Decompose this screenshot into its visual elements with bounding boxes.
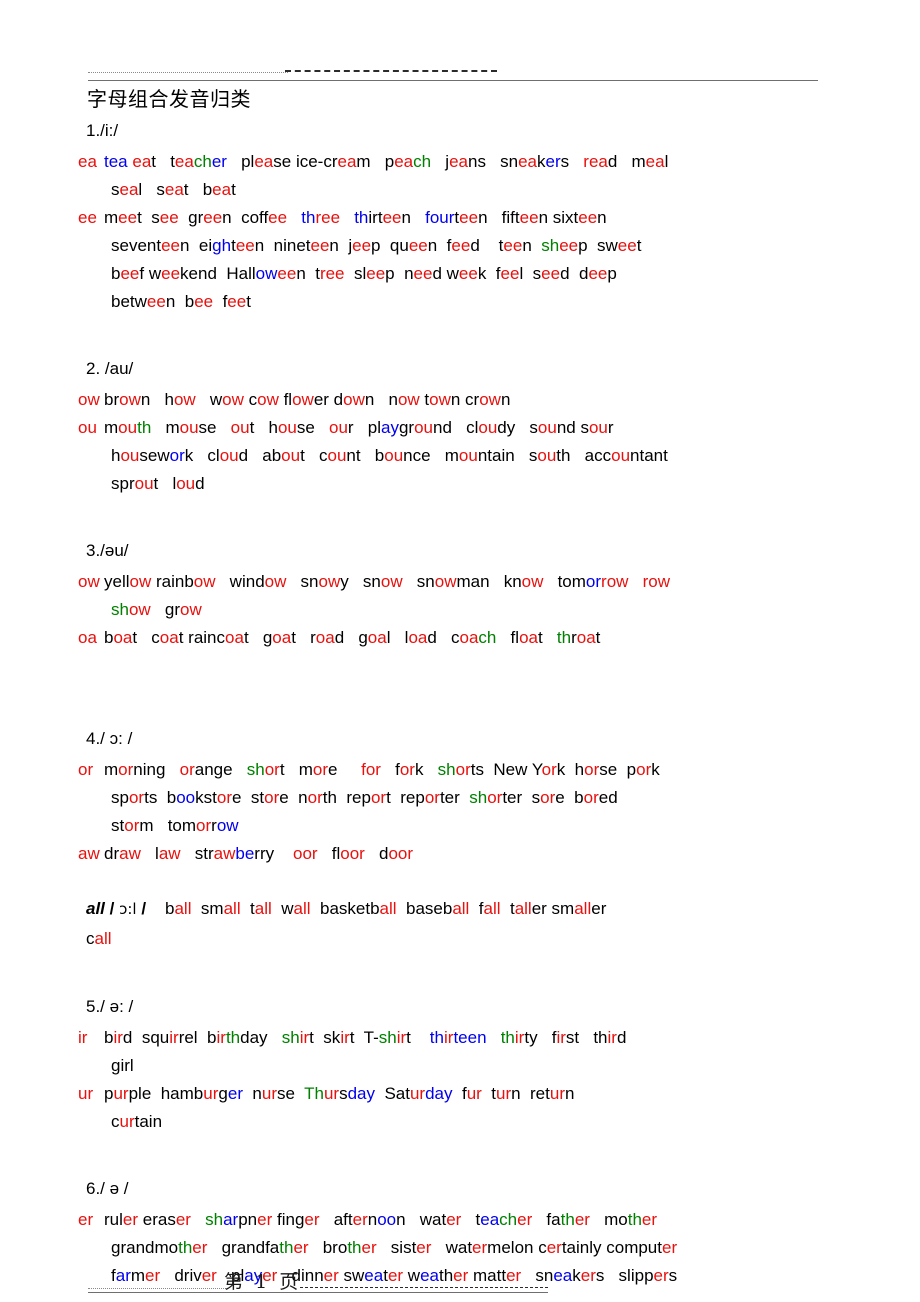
header-rule <box>88 80 818 81</box>
phonics-key: ee <box>78 208 97 227</box>
word-line: seventeen eighteen nineteen jeep queen f… <box>111 236 642 255</box>
word-line: girl <box>111 1056 134 1075</box>
word-line: or morning orange short more for fork sho… <box>78 756 878 784</box>
page-number-label: 第 1 页 <box>224 1271 299 1293</box>
footer-dash-right <box>300 1287 548 1288</box>
phonics-group-ea: ea tea eat teacher please ice-cream peach… <box>78 148 878 204</box>
word-line: seal seat beat <box>111 180 236 199</box>
page-footer: 第 1 页 <box>0 1258 920 1298</box>
word-line: between bee feet <box>111 292 251 311</box>
phonics-group-ow-ou: ow yellow rainbow window snowy snow snowm… <box>78 568 878 624</box>
phonics-group-ee: ee meet see green coffee three thirteen f… <box>78 204 878 316</box>
section-1: 1./i:/ ea tea eat teacher please ice-crea… <box>78 118 878 316</box>
header-dash-right <box>285 70 497 72</box>
phonics-group-or: or morning orange short more for fork sho… <box>78 756 878 840</box>
word-line: ow yellow rainbow window snowy snow snowm… <box>78 568 878 596</box>
phonics-group-ur: ur purple hamburger nurse Thursday Saturd… <box>78 1080 878 1136</box>
phonics-group-ou: ou mouth mouse out house our playground c… <box>78 414 878 498</box>
word-line: storm tomorrow <box>111 816 239 835</box>
phonics-key: ow <box>78 390 100 409</box>
phonics-key: ur <box>78 1084 94 1103</box>
word-line: ea tea eat teacher please ice-cream peach… <box>78 148 878 176</box>
section-heading: 6./ ə / <box>86 1179 129 1198</box>
section-heading: 1./i:/ <box>86 121 119 140</box>
phonics-key: ou <box>78 418 97 437</box>
word-line: show grow <box>111 600 202 619</box>
all-keyword: all <box>86 899 105 918</box>
ipa-slash-close: / <box>141 899 147 918</box>
phonics-key: ir <box>78 1028 88 1047</box>
section-heading: 4./ ɔ: / <box>86 729 133 748</box>
phonics-group-aw: aw draw law strawberry oor floor door <box>78 840 878 868</box>
section-heading: 5./ ə: / <box>86 997 134 1016</box>
word-line: beef weekend Halloween tree sleep need w… <box>111 264 617 283</box>
word-line: sprout loud <box>111 474 205 493</box>
phonics-key: ea <box>78 152 97 171</box>
word-line: ow brown how wow cow flower down now town… <box>78 386 878 414</box>
phonics-key: or <box>78 760 94 779</box>
section-3: 3./əu/ ow yellow rainbow window snowy sno… <box>78 538 878 652</box>
word-line: ou mouth mouse out house our playground c… <box>78 414 878 442</box>
word-line: ee meet see green coffee three thirteen f… <box>78 204 878 232</box>
document-page: 字母组合发音归类 1./i:/ ea tea eat teacher please… <box>0 0 920 1302</box>
section-heading: 3./əu/ <box>86 541 129 560</box>
word-line: aw draw law strawberry oor floor door <box>78 840 878 868</box>
document-content: 字母组合发音归类 1./i:/ ea tea eat teacher please… <box>78 86 878 1290</box>
section-5: 5./ ə: / ir bird squirrel birthday shirt … <box>78 994 878 1136</box>
footer-dash-left <box>88 1288 228 1289</box>
section-2: 2. /au/ ow brown how wow cow flower down … <box>78 356 878 498</box>
word-line: ur purple hamburger nurse Thursday Saturd… <box>78 1080 878 1108</box>
phonics-group-oa: oa boat coat raincoat goat road goal load… <box>78 624 878 652</box>
phonics-group-ow: ow brown how wow cow flower down now town… <box>78 386 878 414</box>
phonics-key: ow <box>78 572 100 591</box>
header-dash-left <box>88 72 288 73</box>
ipa-value: ɔ:l <box>114 900 142 918</box>
phonics-key: oa <box>78 628 97 647</box>
phonics-group-ir: ir bird squirrel birthday shirt skirt T-s… <box>78 1024 878 1080</box>
word-line: er ruler eraser sharpner finger afternoon… <box>78 1206 878 1234</box>
section-4: 4./ ɔ: / or morning orange short more for… <box>78 726 878 954</box>
page-title: 字母组合发音归类 <box>87 87 251 111</box>
page-header <box>0 56 920 90</box>
all-rule-row-wrap: call <box>86 929 112 948</box>
all-rule-row: all / ɔ:l / ball small tall wall basketb… <box>86 899 607 918</box>
section-heading: 2. /au/ <box>86 359 134 378</box>
word-line: curtain <box>111 1112 163 1131</box>
word-line: ir bird squirrel birthday shirt skirt T-s… <box>78 1024 878 1052</box>
word-line: sports bookstore store north report repo… <box>111 788 618 807</box>
phonics-key: er <box>78 1210 94 1229</box>
footer-rule <box>88 1292 548 1293</box>
word-line: housework cloud about count bounce mount… <box>111 446 668 465</box>
phonics-key: aw <box>78 844 100 863</box>
word-line: oa boat coat raincoat goat road goal load… <box>78 624 878 652</box>
